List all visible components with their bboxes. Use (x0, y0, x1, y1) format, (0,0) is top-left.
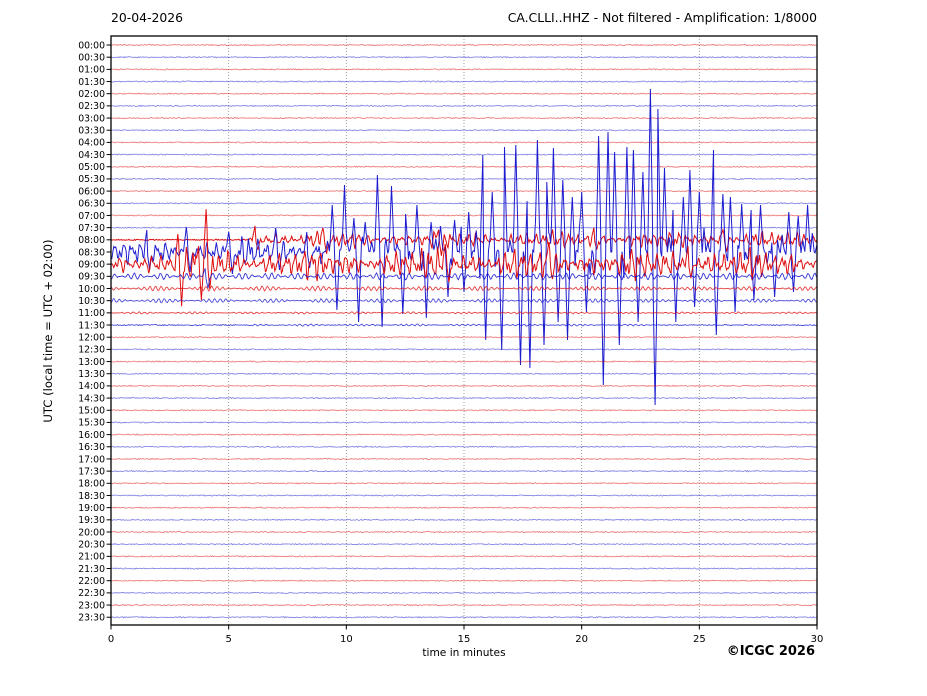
x-tick-label: 10 (340, 634, 353, 645)
x-tick-label: 20 (575, 634, 588, 645)
row-label: 08:30 (78, 247, 105, 258)
row-label: 14:30 (78, 393, 105, 404)
trace-13:00 (110, 360, 818, 363)
trace-23:30 (110, 616, 818, 619)
trace-21:30 (110, 567, 818, 570)
row-label: 05:00 (78, 162, 105, 173)
row-label: 22:00 (78, 576, 105, 587)
trace-21:00 (110, 555, 818, 558)
row-label: 03:00 (78, 113, 105, 124)
chart-root: 00:0000:30 01:0001:3002:0002:3003:00 03:30… (78, 35, 823, 645)
row-label: 21:30 (78, 564, 105, 575)
row-label: 02:00 (78, 89, 105, 100)
row-label: 19:00 (78, 503, 105, 514)
row-label: 12:00 (78, 333, 105, 344)
trace-12:30 (110, 348, 818, 351)
trace-01:00 (110, 68, 818, 71)
row-label: 07:00 (78, 211, 105, 222)
row-label: 01:00 (78, 65, 105, 76)
row-label: 06:30 (78, 199, 105, 210)
x-tick-labels: 0 5 10 15 20 25 30 (108, 625, 823, 645)
row-label: 16:00 (78, 430, 105, 441)
row-label: 04:00 (78, 138, 105, 149)
trace-17:30 (110, 469, 818, 473)
trace-20:30 (110, 542, 818, 546)
row-label: 13:30 (78, 369, 105, 380)
trace-05:30 (110, 177, 818, 181)
row-label: 21:00 (78, 552, 105, 563)
grid-lines (228, 36, 700, 625)
y-tick-labels: 00:0000:30 01:0001:3002:0002:3003:00 03:30… (78, 40, 111, 624)
trace-18:30 (110, 494, 818, 497)
row-label: 03:30 (78, 126, 105, 137)
row-label: 16:30 (78, 442, 105, 453)
x-tick-label: 15 (458, 634, 471, 645)
row-label: 11:00 (78, 308, 105, 319)
row-label: 01:30 (78, 77, 105, 88)
row-label: 06:00 (78, 186, 105, 197)
row-label: 12:30 (78, 345, 105, 356)
x-tick-label: 0 (108, 634, 114, 645)
row-label: 17:00 (78, 454, 105, 465)
row-label: 15:00 (78, 406, 105, 417)
copyright: ©ICGC 2026 (726, 644, 815, 659)
row-label: 14:00 (78, 381, 105, 392)
row-label: 04:30 (78, 150, 105, 161)
row-label: 17:30 (78, 466, 105, 477)
row-label: 18:30 (78, 491, 105, 502)
row-label: 13:00 (78, 357, 105, 368)
row-label: 20:00 (78, 527, 105, 538)
helicorder-page: 20-04-2026 CA.CLLI..HHZ - Not filtered -… (0, 0, 927, 696)
trace-14:30 (110, 396, 818, 400)
x-axis-label: time in minutes (422, 647, 506, 659)
trace-10:30 (110, 297, 818, 304)
row-label: 00:00 (78, 40, 105, 51)
trace-06:30 (110, 202, 818, 205)
row-label: 08:00 (78, 235, 105, 246)
row-label: 05:30 (78, 174, 105, 185)
trace-15:30 (110, 421, 818, 424)
x-tick-label: 25 (693, 634, 706, 645)
helicorder-plot: UTC (local time = UTC + 02:00) 00:0000:3… (41, 35, 823, 645)
trace-18:00 (110, 482, 818, 485)
row-label: 22:30 (78, 588, 105, 599)
row-label: 10:00 (78, 284, 105, 295)
trace-06:00 (110, 189, 818, 193)
trace-02:00 (110, 92, 817, 95)
trace-04:30 (110, 153, 818, 156)
trace-03:30 (110, 129, 818, 132)
x-tick-label: 5 (225, 634, 231, 645)
trace-13:30 (110, 372, 818, 375)
trace-14:00 (110, 384, 818, 388)
row-label: 23:30 (78, 613, 105, 624)
row-label: 10:30 (78, 296, 105, 307)
trace-12:00 (110, 336, 818, 339)
row-label: 09:30 (78, 272, 105, 283)
row-label: 02:30 (78, 101, 105, 112)
trace-22:30 (110, 591, 818, 595)
row-label: 09:00 (78, 259, 105, 270)
traces (110, 43, 818, 619)
row-label: 07:30 (78, 223, 105, 234)
row-label: 18:00 (78, 479, 105, 490)
trace-16:30 (110, 445, 818, 448)
trace-04:00 (110, 141, 818, 144)
trace-19:30 (110, 518, 818, 522)
trace-16:00 (110, 433, 818, 436)
row-label: 23:00 (78, 600, 105, 611)
row-label: 11:30 (78, 320, 105, 331)
row-label: 19:30 (78, 515, 105, 526)
row-label: 15:30 (78, 418, 105, 429)
row-label: 00:30 (78, 52, 105, 63)
y-axis-label: UTC (local time = UTC + 02:00) (41, 239, 55, 422)
row-label: 20:30 (78, 539, 105, 550)
trace-22:00 (110, 579, 818, 582)
trace-23:00 (110, 603, 818, 607)
trace-07:00 (110, 214, 818, 217)
trace-15:00 (110, 409, 818, 412)
trace-05:00 (110, 165, 818, 168)
trace-20:00 (110, 530, 818, 534)
